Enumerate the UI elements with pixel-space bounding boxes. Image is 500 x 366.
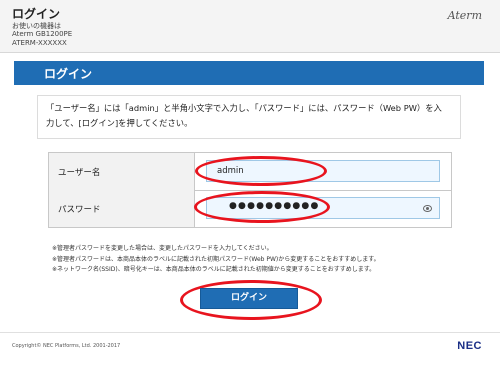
password-input[interactable]: ●●●●●●●●●● <box>206 197 440 219</box>
device-id: ATERM-XXXXXX <box>12 39 67 47</box>
aterm-logo: Aterm <box>447 9 482 22</box>
page-header: ログイン お使いの機器は Aterm GB1200PE ATERM-XXXXXX… <box>0 0 500 53</box>
note-3: ※ネットワーク名(SSID)、暗号化キーは、本商品本体のラベルに記載された初期値… <box>52 266 376 273</box>
notes: ※管理者パスワードを変更した場合は、変更したパスワードを入力してください。 ※管… <box>52 244 380 276</box>
password-mask: ●●●●●●●●●● <box>229 201 320 211</box>
footer-divider <box>0 332 500 333</box>
banner-title: ログイン <box>44 67 93 81</box>
login-banner: ログイン <box>14 61 484 85</box>
nec-logo: NEC <box>457 340 482 352</box>
show-password-icon[interactable] <box>423 205 432 212</box>
login-form: ユーザー名 admin パスワード ●●●●●●●●●● <box>48 152 452 228</box>
instruction-line-2: 力して、[ログイン]を押してください。 <box>46 118 193 128</box>
username-input[interactable]: admin <box>206 160 440 182</box>
login-button[interactable]: ログイン <box>200 288 298 309</box>
instruction-line-1: 「ユーザー名」には「admin」と半角小文字で入力し、「パスワード」には、パスワ… <box>46 103 442 113</box>
username-row: ユーザー名 admin <box>49 153 451 191</box>
copyright: Copyright© NEC Platforms, Ltd. 2001-2017 <box>12 343 121 349</box>
password-row: パスワード ●●●●●●●●●● <box>49 190 451 227</box>
note-1: ※管理者パスワードを変更した場合は、変更したパスワードを入力してください。 <box>52 245 273 252</box>
username-label: ユーザー名 <box>49 153 195 190</box>
device-model: Aterm GB1200PE <box>12 30 73 38</box>
page-title: ログイン <box>12 7 61 21</box>
instruction-box: 「ユーザー名」には「admin」と半角小文字で入力し、「パスワード」には、パスワ… <box>37 95 461 139</box>
note-2: ※管理者パスワードは、本商品本体のラベルに記載された初期パスワード(Web PW… <box>52 255 380 263</box>
password-label: パスワード <box>49 190 195 227</box>
